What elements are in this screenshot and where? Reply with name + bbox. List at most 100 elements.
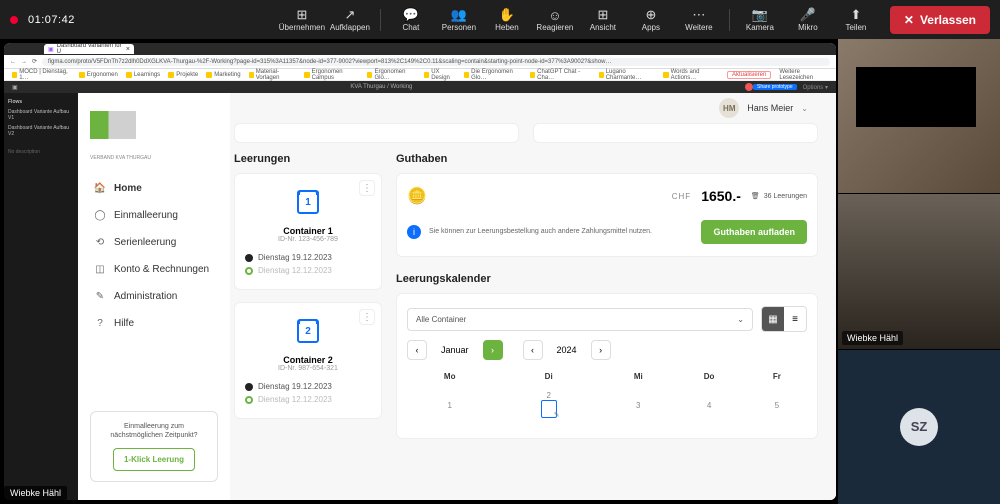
bookmark[interactable]: Material-Vorlagen xyxy=(249,69,297,81)
camera-button[interactable]: 📷Kamera xyxy=(738,7,782,32)
figma-share-button[interactable]: Share prototype xyxy=(753,84,797,90)
more-button[interactable]: ⋯Weitere xyxy=(677,7,721,32)
container-filter-select[interactable]: Alle Container⌄ xyxy=(407,308,753,331)
bookmark[interactable]: Learnings xyxy=(126,72,160,78)
camera-off-icon: 📷 xyxy=(752,7,768,23)
bookmark[interactable]: Die Ergonomen Glo… xyxy=(464,69,522,81)
share-button[interactable]: ⬆Teilen xyxy=(834,7,878,32)
flow-item[interactable]: Dashboard Variante Aufbau V2 xyxy=(8,123,74,139)
nav-series[interactable]: ⟲Serienleerung xyxy=(90,229,218,256)
chevron-down-icon[interactable]: ⌄ xyxy=(801,104,808,113)
brand-subtitle: VERBAND KVA THURGAU xyxy=(90,155,218,161)
calendar-day[interactable]: 3 xyxy=(607,387,670,424)
bookmark[interactable]: Words and Actions… xyxy=(663,69,719,81)
bookmark-refresh[interactable]: Aktualisieren xyxy=(727,71,771,79)
card-menu-icon[interactable]: ⋮ xyxy=(359,180,375,196)
card-menu-icon[interactable]: ⋮ xyxy=(359,309,375,325)
summary-card xyxy=(533,123,818,143)
hand-icon: ✋ xyxy=(499,7,515,23)
bookmark[interactable]: Weitere Lesezeichen xyxy=(779,69,828,81)
scheduled-icon: ✎ xyxy=(541,400,557,418)
next-month-button[interactable]: › xyxy=(483,340,503,360)
prev-month-button[interactable]: ‹ xyxy=(407,340,427,360)
nav-single[interactable]: ◯Einmalleerung xyxy=(90,202,218,229)
participant-video-3[interactable]: SZ xyxy=(838,350,1000,504)
calendar-day[interactable]: 2✎ xyxy=(492,387,605,424)
nav-help[interactable]: ?Hilfe xyxy=(90,310,218,337)
smile-icon: ☺ xyxy=(548,7,561,23)
status-dot-filled-icon xyxy=(245,383,253,391)
bookmark[interactable]: Lugano Charmante… xyxy=(599,69,656,81)
chat-icon: 💬 xyxy=(403,7,419,23)
participant-initials: SZ xyxy=(900,408,938,446)
calendar-grid: MoDiMiDoFr 1 2✎ 3 4 5 xyxy=(407,366,807,426)
meeting-timer: 01:07:42 xyxy=(28,14,75,26)
participant-name: Wiebke Hähl xyxy=(842,331,903,345)
flow-item[interactable]: Dashboard Variante Aufbau V1 xyxy=(8,107,74,123)
next-year-button[interactable]: › xyxy=(591,340,611,360)
calendar-day[interactable]: 4 xyxy=(672,387,747,424)
calendar-day[interactable]: 1 xyxy=(409,387,490,424)
list-view-button[interactable]: ≡ xyxy=(784,307,806,331)
plus-icon: ⊕ xyxy=(645,7,656,23)
bookmark[interactable]: UX Design xyxy=(424,69,456,81)
calendar-day[interactable]: 5 xyxy=(749,387,805,424)
dots-icon: ⋯ xyxy=(692,7,705,23)
figma-favicon-icon: ▣ xyxy=(48,46,54,53)
edit-icon[interactable]: ✎ xyxy=(554,411,560,419)
info-icon: i xyxy=(407,225,421,239)
status-dot-outline-icon xyxy=(245,267,253,275)
divider xyxy=(729,9,730,31)
leerungen-count: 🗑36 Leerungen xyxy=(751,192,807,200)
topup-button[interactable]: Guthaben aufladen xyxy=(701,220,807,244)
takeover-icon: ⊞ xyxy=(296,7,307,23)
coins-icon: 🪙 xyxy=(407,186,427,206)
one-click-button[interactable]: 1-Klick Leerung xyxy=(113,448,195,471)
calendar-card: Alle Container⌄ ▦ ≡ xyxy=(396,293,818,439)
participant-video-1[interactable] xyxy=(838,39,1000,194)
container-card-1: ⋮ 1 Container 1 ID-Nr. 123-456-789 Diens… xyxy=(234,173,382,290)
expand-button[interactable]: ↗Aufklappen xyxy=(328,7,372,32)
mic-button[interactable]: 🎤Mikro xyxy=(786,7,830,32)
forward-icon[interactable]: → xyxy=(21,59,27,65)
section-calendar: Leerungskalender xyxy=(396,273,818,285)
bookmark[interactable]: ChatGPT Chat - Cha… xyxy=(530,69,591,81)
nav-admin[interactable]: ✎Administration xyxy=(90,283,218,310)
participant-video-2[interactable]: Wiebke Hähl xyxy=(838,194,1000,349)
single-icon: ◯ xyxy=(94,210,106,221)
reload-icon[interactable]: ⟳ xyxy=(32,58,37,65)
balance-amount: 1650.- xyxy=(701,188,741,204)
nav-home[interactable]: 🏠Home xyxy=(90,175,218,202)
url-field[interactable]: figma.com/proto/V5FDnTh7z2dlh0DdXGLKVA-T… xyxy=(42,58,830,66)
figma-options-button[interactable]: Options ▾ xyxy=(803,84,828,91)
close-icon[interactable]: × xyxy=(126,46,130,53)
bookmark[interactable]: Ergonomen Glo… xyxy=(367,69,416,81)
bookmark[interactable]: MOCD | Dienstag, 1… xyxy=(12,69,71,81)
bookmark[interactable]: Ergonomen Campus xyxy=(304,69,359,81)
grid-view-button[interactable]: ▦ xyxy=(762,307,784,331)
record-indicator xyxy=(10,16,18,24)
grid-icon: ⊞ xyxy=(597,7,608,23)
view-button[interactable]: ⊞Ansicht xyxy=(581,7,625,32)
status-dot-outline-icon xyxy=(245,396,253,404)
bookmark[interactable]: Ergonomen xyxy=(79,72,118,78)
trash-icon: 🗑 xyxy=(751,192,760,200)
leave-button[interactable]: ✕Verlassen xyxy=(890,6,990,34)
raise-hand-button[interactable]: ✋Heben xyxy=(485,7,529,32)
people-icon: 👥 xyxy=(451,7,467,23)
people-button[interactable]: 👥Personen xyxy=(437,7,481,32)
user-avatar[interactable]: HM xyxy=(719,98,739,118)
prev-year-button[interactable]: ‹ xyxy=(523,340,543,360)
balance-card: 🪙 CHF 1650.- 🗑36 Leerungen i xyxy=(396,173,818,257)
react-button[interactable]: ☺Reagieren xyxy=(533,7,577,32)
takeover-button[interactable]: ⊞Übernehmen xyxy=(280,7,324,32)
admin-icon: ✎ xyxy=(94,291,106,302)
apps-button[interactable]: ⊕Apps xyxy=(629,7,673,32)
bookmark[interactable]: Projekte xyxy=(168,72,198,78)
figma-menu-icon[interactable]: ▣ xyxy=(12,84,18,91)
browser-tab[interactable]: ▣ Dashboard Varianten für U × xyxy=(44,44,134,54)
back-icon[interactable]: ← xyxy=(10,59,16,65)
bookmark[interactable]: Marketing xyxy=(206,72,240,78)
chat-button[interactable]: 💬Chat xyxy=(389,7,433,32)
nav-account[interactable]: ◫Konto & Rechnungen xyxy=(90,256,218,283)
